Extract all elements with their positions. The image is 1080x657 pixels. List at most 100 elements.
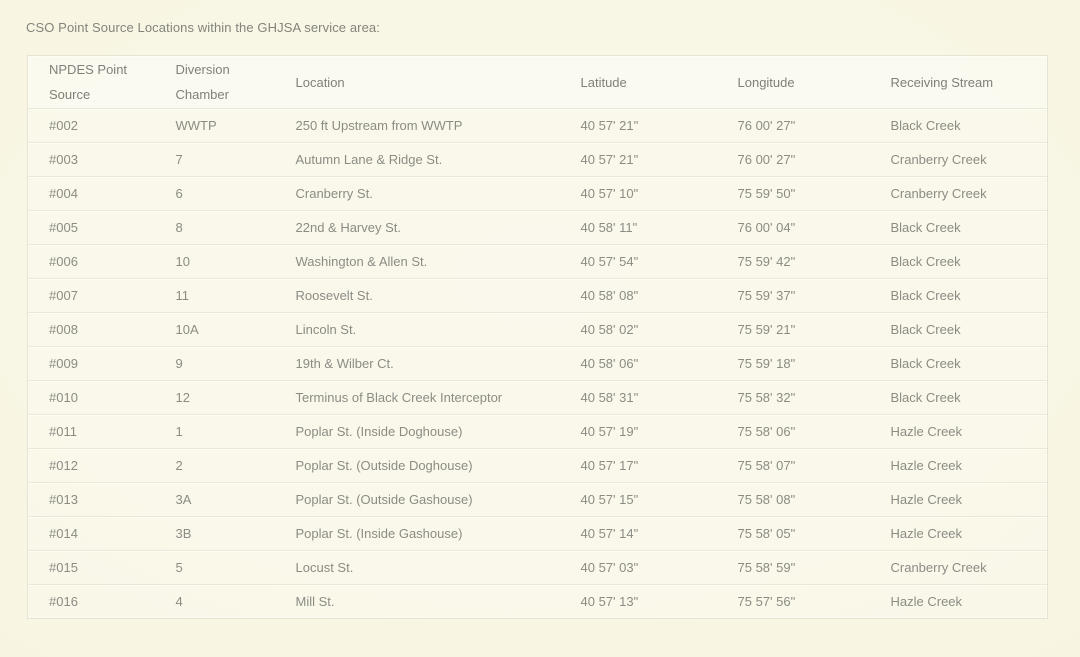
cell-npdes-point-source: #011	[27, 414, 155, 449]
cell-location: 22nd & Harvey St.	[274, 210, 560, 245]
column-header-npdes-point-source: NPDES Point Source	[27, 55, 155, 109]
cell-receiving-stream: Hazle Creek	[869, 482, 1048, 517]
cell-npdes-point-source: #005	[27, 210, 155, 245]
cell-diversion-chamber: 12	[154, 380, 275, 415]
table-row: #007 11 Roosevelt St. 40 58' 08" 75 59' …	[27, 278, 1048, 313]
column-header-diversion-chamber: Diversion Chamber	[154, 55, 275, 109]
cell-longitude: 75 58' 08"	[716, 482, 870, 517]
cell-latitude: 40 57' 17"	[559, 448, 717, 483]
table-row: #003 7 Autumn Lane & Ridge St. 40 57' 21…	[27, 142, 1048, 177]
table-row: #005 8 22nd & Harvey St. 40 58' 11" 76 0…	[27, 210, 1048, 245]
cell-diversion-chamber: 3A	[154, 482, 275, 517]
cell-diversion-chamber: 4	[154, 584, 275, 619]
cell-longitude: 75 59' 21"	[716, 312, 870, 347]
table-row: #006 10 Washington & Allen St. 40 57' 54…	[27, 244, 1048, 279]
page-title: CSO Point Source Locations within the GH…	[26, 20, 380, 35]
cell-latitude: 40 57' 03"	[559, 550, 717, 585]
table-row: #002 WWTP 250 ft Upstream from WWTP 40 5…	[27, 108, 1048, 143]
cell-npdes-point-source: #007	[27, 278, 155, 313]
cell-npdes-point-source: #009	[27, 346, 155, 381]
cell-longitude: 75 59' 50"	[716, 176, 870, 211]
cell-longitude: 75 58' 05"	[716, 516, 870, 551]
table-row: #008 10A Lincoln St. 40 58' 02" 75 59' 2…	[27, 312, 1048, 347]
cell-location: Washington & Allen St.	[274, 244, 560, 279]
table-header: NPDES Point Source Diversion Chamber Loc…	[27, 55, 1048, 109]
cell-location: Terminus of Black Creek Interceptor	[274, 380, 560, 415]
cell-latitude: 40 57' 10"	[559, 176, 717, 211]
cell-location: Autumn Lane & Ridge St.	[274, 142, 560, 177]
cell-receiving-stream: Black Creek	[869, 346, 1048, 381]
cell-longitude: 75 59' 37"	[716, 278, 870, 313]
cell-diversion-chamber: 6	[154, 176, 275, 211]
cell-location: Lincoln St.	[274, 312, 560, 347]
cell-diversion-chamber: 5	[154, 550, 275, 585]
cell-receiving-stream: Cranberry Creek	[869, 550, 1048, 585]
cell-location: Poplar St. (Outside Gashouse)	[274, 482, 560, 517]
column-header-receiving-stream: Receiving Stream	[869, 55, 1048, 109]
table-row: #016 4 Mill St. 40 57' 13" 75 57' 56" Ha…	[27, 584, 1048, 619]
cell-location: 250 ft Upstream from WWTP	[274, 108, 560, 143]
cell-receiving-stream: Hazle Creek	[869, 584, 1048, 619]
cell-npdes-point-source: #013	[27, 482, 155, 517]
cell-diversion-chamber: 2	[154, 448, 275, 483]
cell-npdes-point-source: #008	[27, 312, 155, 347]
cell-latitude: 40 57' 19"	[559, 414, 717, 449]
cell-longitude: 75 57' 56"	[716, 584, 870, 619]
cell-longitude: 75 58' 07"	[716, 448, 870, 483]
cell-longitude: 75 59' 42"	[716, 244, 870, 279]
table-row: #014 3B Poplar St. (Inside Gashouse) 40 …	[27, 516, 1048, 551]
cell-longitude: 76 00' 27"	[716, 142, 870, 177]
cell-receiving-stream: Black Creek	[869, 108, 1048, 143]
table-row: #015 5 Locust St. 40 57' 03" 75 58' 59" …	[27, 550, 1048, 585]
cell-location: Cranberry St.	[274, 176, 560, 211]
cell-receiving-stream: Hazle Creek	[869, 448, 1048, 483]
table-body: #002 WWTP 250 ft Upstream from WWTP 40 5…	[27, 108, 1048, 619]
column-header-latitude: Latitude	[559, 55, 717, 109]
cell-location: Poplar St. (Outside Doghouse)	[274, 448, 560, 483]
cell-npdes-point-source: #014	[27, 516, 155, 551]
cell-latitude: 40 57' 14"	[559, 516, 717, 551]
cell-npdes-point-source: #016	[27, 584, 155, 619]
header-row: NPDES Point Source Diversion Chamber Loc…	[27, 55, 1048, 109]
cell-latitude: 40 57' 21"	[559, 142, 717, 177]
cell-receiving-stream: Black Creek	[869, 244, 1048, 279]
cell-diversion-chamber: 10A	[154, 312, 275, 347]
cell-location: Mill St.	[274, 584, 560, 619]
cell-longitude: 76 00' 27"	[716, 108, 870, 143]
cell-latitude: 40 57' 21"	[559, 108, 717, 143]
cell-npdes-point-source: #015	[27, 550, 155, 585]
cell-receiving-stream: Black Creek	[869, 210, 1048, 245]
cell-latitude: 40 57' 13"	[559, 584, 717, 619]
column-header-longitude: Longitude	[716, 55, 870, 109]
cell-latitude: 40 58' 11"	[559, 210, 717, 245]
cell-receiving-stream: Black Creek	[869, 278, 1048, 313]
cell-receiving-stream: Hazle Creek	[869, 414, 1048, 449]
cso-locations-table: NPDES Point Source Diversion Chamber Loc…	[27, 55, 1048, 619]
cell-diversion-chamber: 1	[154, 414, 275, 449]
cell-longitude: 75 58' 59"	[716, 550, 870, 585]
cell-receiving-stream: Hazle Creek	[869, 516, 1048, 551]
cell-longitude: 75 58' 32"	[716, 380, 870, 415]
cell-location: Roosevelt St.	[274, 278, 560, 313]
cell-receiving-stream: Cranberry Creek	[869, 142, 1048, 177]
cell-longitude: 75 58' 06"	[716, 414, 870, 449]
cell-diversion-chamber: 7	[154, 142, 275, 177]
cell-latitude: 40 58' 02"	[559, 312, 717, 347]
table-row: #011 1 Poplar St. (Inside Doghouse) 40 5…	[27, 414, 1048, 449]
cell-diversion-chamber: WWTP	[154, 108, 275, 143]
table-row: #009 9 19th & Wilber Ct. 40 58' 06" 75 5…	[27, 346, 1048, 381]
cell-npdes-point-source: #002	[27, 108, 155, 143]
cell-latitude: 40 58' 06"	[559, 346, 717, 381]
cell-diversion-chamber: 8	[154, 210, 275, 245]
table-row: #004 6 Cranberry St. 40 57' 10" 75 59' 5…	[27, 176, 1048, 211]
cell-latitude: 40 57' 15"	[559, 482, 717, 517]
table-row: #010 12 Terminus of Black Creek Intercep…	[27, 380, 1048, 415]
cell-latitude: 40 58' 08"	[559, 278, 717, 313]
cell-diversion-chamber: 10	[154, 244, 275, 279]
cell-latitude: 40 58' 31"	[559, 380, 717, 415]
cell-npdes-point-source: #004	[27, 176, 155, 211]
cell-longitude: 75 59' 18"	[716, 346, 870, 381]
cell-npdes-point-source: #006	[27, 244, 155, 279]
cell-receiving-stream: Black Creek	[869, 312, 1048, 347]
cell-latitude: 40 57' 54"	[559, 244, 717, 279]
